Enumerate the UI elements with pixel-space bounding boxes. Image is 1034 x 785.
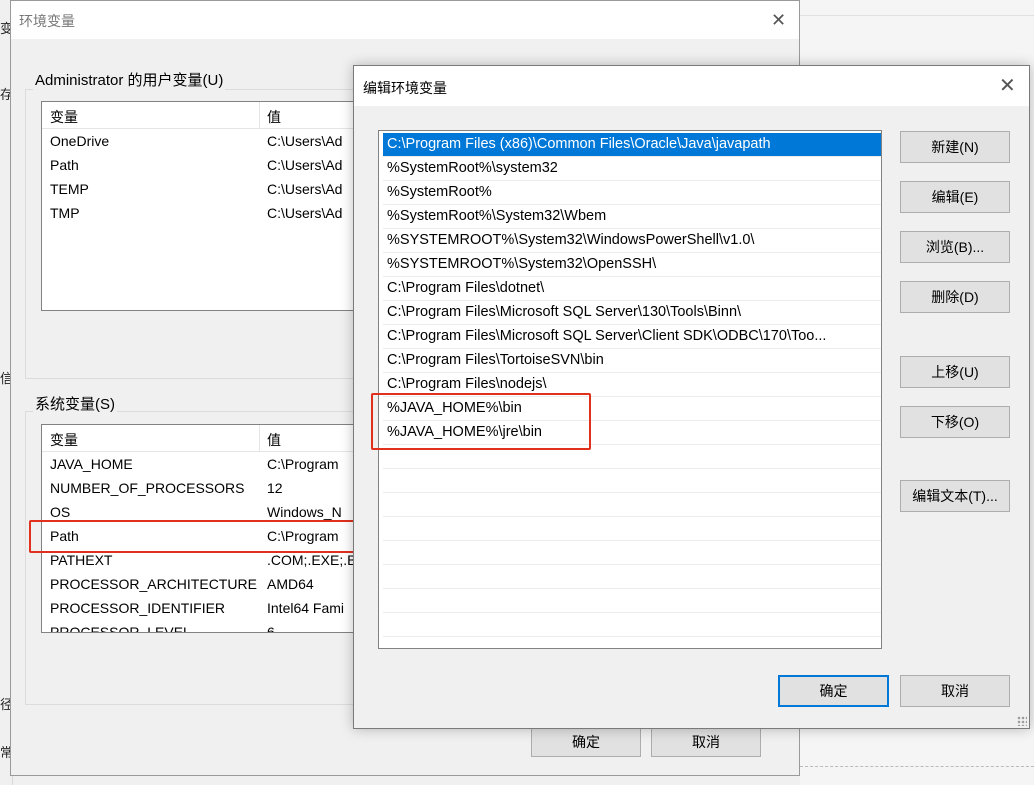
- system-vars-label: 系统变量(S): [33, 393, 117, 414]
- row-name: PATHEXT: [50, 552, 113, 568]
- user-vars-label: Administrator 的用户变量(U): [33, 69, 226, 90]
- move-down-button[interactable]: 下移(O): [900, 406, 1010, 438]
- row-value: AMD64: [267, 576, 314, 592]
- list-item[interactable]: C:\Program Files\Microsoft SQL Server\Cl…: [383, 325, 881, 349]
- row-value: 6: [267, 624, 275, 633]
- path-entry: C:\Program Files\TortoiseSVN\bin: [387, 352, 604, 368]
- list-item[interactable]: %SYSTEMROOT%\System32\OpenSSH\: [383, 253, 881, 277]
- table-row[interactable]: PROCESSOR_LEVEL 6: [42, 621, 372, 633]
- move-up-button[interactable]: 上移(U): [900, 356, 1010, 388]
- list-item[interactable]: C:\Program Files\TortoiseSVN\bin: [383, 349, 881, 373]
- column-header-name[interactable]: 变量: [50, 107, 78, 127]
- path-entry: %SystemRoot%: [387, 184, 492, 200]
- empty-row[interactable]: [383, 589, 881, 613]
- browse-button[interactable]: 浏览(B)...: [900, 231, 1010, 263]
- path-entry: %SystemRoot%\System32\Wbem: [387, 208, 607, 224]
- edit-dialog-titlebar: 编辑环境变量 ✕: [354, 66, 1029, 106]
- list-item[interactable]: %SystemRoot%\System32\Wbem: [383, 205, 881, 229]
- env-dialog-title: 环境变量: [19, 13, 75, 29]
- path-entry: %SYSTEMROOT%\System32\OpenSSH\: [387, 256, 657, 272]
- list-item[interactable]: C:\Program Files\Microsoft SQL Server\13…: [383, 301, 881, 325]
- row-value: C:\Users\Ad: [267, 205, 343, 221]
- table-row[interactable]: OneDrive C:\Users\Ad: [42, 130, 372, 154]
- row-name: PROCESSOR_IDENTIFIER: [50, 600, 226, 616]
- path-entry: C:\Program Files\Microsoft SQL Server\Cl…: [387, 328, 827, 344]
- env-ok-button[interactable]: 确定: [531, 726, 641, 757]
- user-vars-table[interactable]: 变量 值 OneDrive C:\Users\Ad Path C:\Users\…: [41, 101, 373, 311]
- row-value: C:\Users\Ad: [267, 133, 343, 149]
- empty-row[interactable]: [383, 541, 881, 565]
- empty-row[interactable]: [383, 493, 881, 517]
- column-header-value[interactable]: 值: [267, 430, 281, 450]
- list-item-selected[interactable]: C:\Program Files (x86)\Common Files\Orac…: [383, 133, 881, 157]
- table-row[interactable]: TEMP C:\Users\Ad: [42, 178, 372, 202]
- path-entry: C:\Program Files\nodejs\: [387, 376, 547, 392]
- table-header: 变量 值: [42, 102, 372, 129]
- row-value: .COM;.EXE;.B: [267, 552, 357, 568]
- row-value: 12: [267, 480, 283, 496]
- row-value: C:\Users\Ad: [267, 157, 343, 173]
- close-icon[interactable]: ✕: [771, 11, 786, 29]
- row-name: Path: [50, 157, 79, 173]
- row-name: JAVA_HOME: [50, 456, 133, 472]
- table-row[interactable]: PROCESSOR_ARCHITECTURE AMD64: [42, 573, 372, 597]
- empty-row[interactable]: [383, 469, 881, 493]
- edit-ok-button[interactable]: 确定: [778, 675, 889, 707]
- row-name: TMP: [50, 205, 80, 221]
- list-item[interactable]: %SYSTEMROOT%\System32\WindowsPowerShell\…: [383, 229, 881, 253]
- row-name: OS: [50, 504, 71, 520]
- edit-cancel-button[interactable]: 取消: [900, 675, 1010, 707]
- java-home-highlight: [371, 393, 591, 450]
- row-name: PROCESSOR_LEVEL: [50, 624, 191, 633]
- row-name: TEMP: [50, 181, 89, 197]
- edit-env-var-dialog: 编辑环境变量 ✕ C:\Program Files (x86)\Common F…: [353, 65, 1030, 729]
- table-row[interactable]: TMP C:\Users\Ad: [42, 202, 372, 226]
- env-cancel-button[interactable]: 取消: [651, 726, 761, 757]
- row-name: PROCESSOR_ARCHITECTURE: [50, 576, 257, 592]
- list-item[interactable]: %SystemRoot%: [383, 181, 881, 205]
- list-item[interactable]: %SystemRoot%\system32: [383, 157, 881, 181]
- table-row[interactable]: JAVA_HOME C:\Program: [42, 453, 372, 477]
- column-header-name[interactable]: 变量: [50, 430, 78, 450]
- new-button[interactable]: 新建(N): [900, 131, 1010, 163]
- table-row[interactable]: PROCESSOR_IDENTIFIER Intel64 Fami: [42, 597, 372, 621]
- row-value: Intel64 Fami: [267, 600, 345, 616]
- row-name: NUMBER_OF_PROCESSORS: [50, 480, 245, 496]
- path-entry: %SYSTEMROOT%\System32\WindowsPowerShell\…: [387, 232, 755, 248]
- edit-dialog-title: 编辑环境变量: [363, 80, 447, 96]
- close-icon[interactable]: ✕: [999, 76, 1016, 96]
- path-entry: C:\Program Files (x86)\Common Files\Orac…: [387, 136, 771, 152]
- path-list[interactable]: C:\Program Files (x86)\Common Files\Orac…: [378, 130, 882, 649]
- table-row[interactable]: Path C:\Users\Ad: [42, 154, 372, 178]
- path-row-highlight: [29, 520, 363, 553]
- env-dialog-titlebar: 环境变量 ✕: [11, 1, 799, 39]
- row-value: C:\Program: [267, 456, 339, 472]
- edit-text-button[interactable]: 编辑文本(T)...: [900, 480, 1010, 512]
- row-name: OneDrive: [50, 133, 110, 149]
- empty-row[interactable]: [383, 613, 881, 637]
- table-header: 变量 值: [42, 425, 372, 452]
- list-item[interactable]: C:\Program Files\dotnet\: [383, 277, 881, 301]
- empty-row[interactable]: [383, 517, 881, 541]
- resize-grip-icon[interactable]: [1017, 716, 1027, 726]
- delete-button[interactable]: 删除(D): [900, 281, 1010, 313]
- edit-button[interactable]: 编辑(E): [900, 181, 1010, 213]
- path-entry: %SystemRoot%\system32: [387, 160, 558, 176]
- row-value: C:\Users\Ad: [267, 181, 343, 197]
- row-value: Windows_N: [267, 504, 342, 520]
- table-row[interactable]: NUMBER_OF_PROCESSORS 12: [42, 477, 372, 501]
- column-header-value[interactable]: 值: [267, 107, 281, 127]
- path-entry: C:\Program Files\dotnet\: [387, 280, 545, 296]
- path-entry: C:\Program Files\Microsoft SQL Server\13…: [387, 304, 742, 320]
- empty-row[interactable]: [383, 565, 881, 589]
